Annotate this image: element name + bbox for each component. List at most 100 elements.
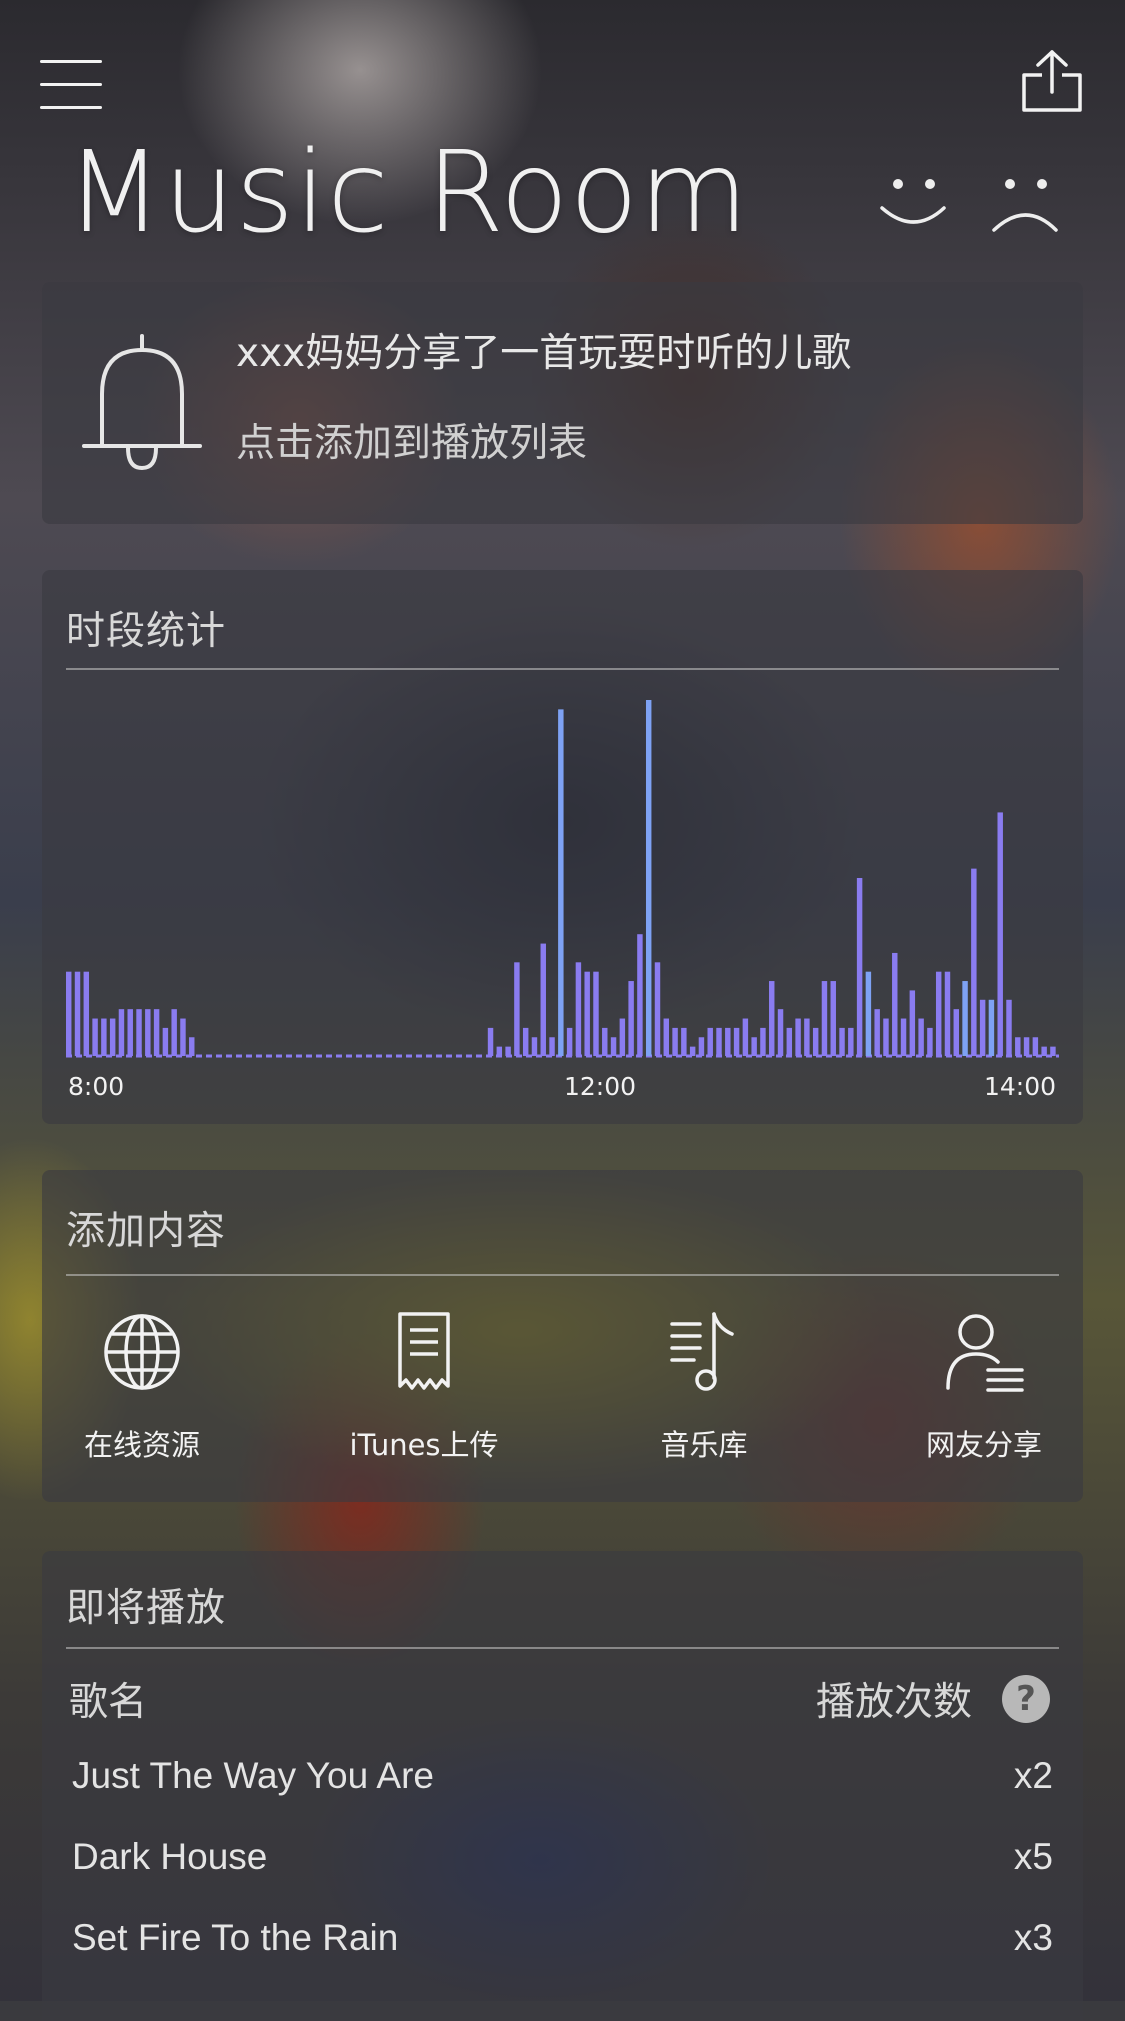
chart-bar bbox=[716, 1027, 722, 1056]
song-row[interactable]: Just The Way You Are x2 bbox=[42, 1755, 1083, 1825]
chart-bar bbox=[153, 1009, 160, 1056]
music-library-button[interactable]: 音乐库 bbox=[604, 1310, 804, 1470]
chart-bar bbox=[733, 1027, 740, 1056]
chart-bar bbox=[566, 1027, 573, 1056]
song-play-count: x3 bbox=[1013, 1917, 1053, 1958]
hamburger-menu-icon bbox=[40, 60, 102, 63]
chart-bar bbox=[92, 1018, 98, 1056]
chart-bar bbox=[830, 981, 836, 1056]
add-content-title: 添加内容 bbox=[66, 1209, 227, 1254]
chart-bar bbox=[654, 962, 661, 1056]
hamburger-line bbox=[40, 83, 102, 86]
chart-bar bbox=[496, 1046, 503, 1056]
chart-bar bbox=[619, 1018, 626, 1056]
sad-button[interactable] bbox=[990, 170, 1060, 240]
chart-bar bbox=[83, 971, 90, 1056]
upcoming-card: 即将播放 歌名 播放次数 ? Just The Way You Are x2 D… bbox=[42, 1551, 1083, 2021]
add-content-divider bbox=[66, 1274, 1059, 1276]
chart-bar bbox=[707, 1027, 713, 1056]
chart-bar bbox=[514, 962, 520, 1056]
chart-bar bbox=[725, 1027, 731, 1056]
chart-bar bbox=[935, 971, 942, 1056]
chart-bar bbox=[760, 1027, 766, 1056]
chart-bar bbox=[522, 1027, 529, 1056]
chart-bar bbox=[1050, 1046, 1056, 1056]
chart-bar bbox=[101, 1018, 107, 1056]
add-to-playlist-link[interactable]: 点击添加到播放列表 bbox=[236, 412, 587, 468]
chart-bar bbox=[575, 962, 582, 1056]
add-item-label: 网友分享 bbox=[925, 1428, 1042, 1462]
menu-button[interactable] bbox=[40, 60, 102, 110]
chart-bar bbox=[848, 1027, 854, 1056]
chart-bar bbox=[118, 1009, 125, 1056]
chart-bar bbox=[487, 1027, 494, 1056]
chart-bar bbox=[645, 700, 652, 1056]
chart-bar bbox=[918, 1018, 924, 1056]
chart-bar bbox=[628, 981, 634, 1056]
time-stats-card: 时段统计 8:00 12:00 14:00 bbox=[42, 570, 1083, 1124]
chart-bar bbox=[505, 1046, 511, 1056]
chart-bar bbox=[1041, 1046, 1047, 1056]
song-row[interactable]: Dark House x5 bbox=[42, 1836, 1083, 1906]
chart-bar bbox=[804, 1018, 810, 1056]
chart-bar bbox=[979, 999, 986, 1056]
x-tick-label: 12:00 bbox=[564, 1072, 637, 1101]
song-name: Dark House bbox=[72, 1836, 268, 1877]
chart-bar bbox=[988, 999, 995, 1056]
chart-bar bbox=[795, 1018, 801, 1056]
chart-bar bbox=[549, 1037, 555, 1056]
chart-bar bbox=[865, 971, 872, 1056]
notification-card[interactable]: xxx妈妈分享了一首玩耍时听的儿歌 点击添加到播放列表 bbox=[42, 282, 1083, 524]
itunes-upload-button[interactable]: iTunes上传 bbox=[324, 1310, 524, 1470]
chart-bar bbox=[751, 1037, 757, 1056]
help-icon[interactable]: ? bbox=[1002, 1675, 1050, 1723]
chart-bar bbox=[189, 1037, 195, 1056]
chart-bar bbox=[689, 1046, 696, 1056]
song-play-count: x5 bbox=[1013, 1836, 1053, 1877]
share-button[interactable] bbox=[1020, 48, 1084, 114]
song-name: Set Fire To the Rain bbox=[72, 1917, 399, 1958]
chart-bar bbox=[883, 1018, 889, 1056]
chart-bar bbox=[769, 981, 775, 1056]
chart-bar bbox=[663, 1018, 670, 1056]
friends-share-button[interactable]: 网友分享 bbox=[884, 1310, 1084, 1470]
chart-bar bbox=[540, 943, 546, 1056]
upcoming-divider bbox=[66, 1647, 1059, 1649]
chart-bar bbox=[856, 878, 863, 1056]
globe-icon bbox=[104, 1314, 180, 1390]
chart-bar bbox=[109, 1018, 116, 1056]
chart-bar bbox=[742, 1018, 749, 1056]
chart-bar bbox=[162, 1027, 169, 1056]
chart-bar bbox=[136, 1009, 142, 1056]
smile-face-icon bbox=[880, 179, 946, 224]
chart-bar bbox=[839, 1027, 845, 1056]
chart-bar bbox=[971, 868, 977, 1056]
chart-bar bbox=[681, 1027, 687, 1056]
chart-bar bbox=[953, 1009, 959, 1056]
notification-message: xxx妈妈分享了一首玩耍时听的儿歌 bbox=[236, 331, 852, 376]
chart-bar bbox=[944, 971, 951, 1056]
hamburger-line bbox=[40, 106, 102, 109]
song-row[interactable]: Set Fire To the Rain x3 bbox=[42, 1917, 1083, 1987]
chart-bar bbox=[1015, 1037, 1021, 1056]
chart-bar bbox=[558, 709, 564, 1056]
online-resources-button[interactable]: 在线资源 bbox=[42, 1310, 242, 1470]
chart-bar bbox=[777, 1009, 784, 1056]
chart-bar bbox=[602, 1027, 608, 1056]
chart-bar bbox=[593, 971, 599, 1056]
x-tick-label: 8:00 bbox=[68, 1072, 125, 1101]
chart-bar bbox=[127, 1009, 133, 1056]
chart-bar bbox=[145, 1009, 151, 1056]
receipt-icon bbox=[398, 1312, 450, 1390]
chart-bar bbox=[610, 1037, 617, 1056]
chart-bar bbox=[927, 1027, 933, 1056]
smile-button[interactable] bbox=[878, 170, 948, 240]
bell-icon bbox=[80, 334, 204, 474]
chart-bar bbox=[171, 1009, 177, 1056]
time-stats-chart bbox=[66, 700, 1059, 1058]
chart-bar bbox=[672, 1027, 678, 1056]
chart-bar bbox=[900, 1018, 907, 1056]
chart-bar bbox=[584, 971, 590, 1056]
chart-bar bbox=[821, 981, 828, 1056]
user-list-icon bbox=[946, 1314, 1024, 1392]
